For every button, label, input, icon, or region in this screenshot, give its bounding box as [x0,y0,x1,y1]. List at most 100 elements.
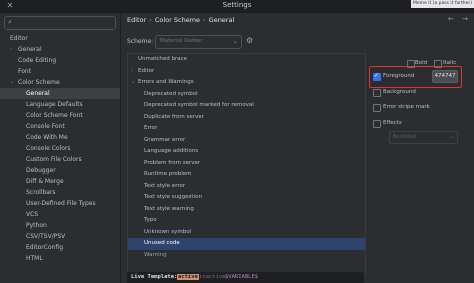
attribute-item[interactable]: Duplicate from server [128,112,365,124]
background-checkbox[interactable] [373,89,381,97]
attribute-item[interactable]: Typo [128,215,365,227]
attribute-label: Runtime problem [144,171,192,177]
back-arrow-icon[interactable]: ← [448,15,454,23]
attribute-label: Text style error [144,182,186,189]
attribute-item[interactable]: Unused code [128,238,365,250]
sidebar-item[interactable]: HTML [0,253,120,264]
attribute-item[interactable]: › Editor [128,66,365,78]
sidebar-item-label: General [26,90,50,97]
sidebar-item[interactable]: Color Scheme Font [0,110,120,121]
sidebar-item-label: HTML [26,255,43,262]
nav-buttons: ← → [442,15,468,23]
breadcrumb-bar: Editor › Color Scheme › General ← → [121,13,474,29]
breadcrumb-item[interactable]: Color Scheme [155,16,200,24]
sidebar-item[interactable]: VCS [0,209,120,220]
sidebar-item[interactable]: Custom File Colors [0,154,120,165]
sidebar-item-label: User-Defined File Types [26,200,96,207]
scheme-select[interactable]: Material Darker ⌄ [155,35,242,49]
forward-arrow-icon[interactable]: → [462,15,468,23]
breadcrumb-item[interactable]: Editor [127,16,146,24]
attribute-item[interactable]: Error [128,123,365,135]
error-stripe-label: Error stripe mark [383,104,430,110]
sidebar-item-label: Editor [10,35,28,42]
attribute-item[interactable]: ⌄ Errors and Warnings [128,77,365,89]
effects-checkbox[interactable] [373,120,381,128]
sidebar-item-label: Diff & Merge [26,178,64,185]
attribute-item[interactable]: Text style suggestion [128,192,365,204]
sidebar-item[interactable]: Scrollbars [0,187,120,198]
chevron-right-icon: › [203,16,206,24]
error-stripe-checkbox[interactable] [373,104,381,112]
attribute-label: Grammar error [144,136,186,143]
attribute-item[interactable]: Runtime problem [128,169,365,181]
sidebar-item[interactable]: Diff & Merge [0,176,120,187]
highlight-box [369,66,462,88]
attribute-item[interactable]: Deprecated symbol marked for removal [128,100,365,112]
attribute-label: Deprecated symbol marked for removal [144,102,254,108]
sidebar-item[interactable]: Console Colors [0,143,120,154]
sidebar-item[interactable]: CSV/TSV/PSV [0,231,120,242]
preview-active: active [177,273,199,280]
attribute-label: Warning [144,251,167,258]
sidebar-item[interactable]: Code With Me [0,132,120,143]
attribute-label: Unmatched brace [138,56,188,62]
effects-value: Bordered [393,134,416,140]
sidebar-item-label: Color Scheme Font [26,112,83,119]
sidebar-item-label: VCS [26,211,39,218]
background-label: Background [383,89,416,95]
window-title: Settings [222,1,252,9]
attribute-item[interactable]: Grammar error [128,135,365,147]
sidebar-item[interactable]: EditorConfig [0,242,120,253]
gear-icon[interactable]: ⚙ [246,36,253,45]
sidebar-item[interactable]: General [0,88,120,99]
preview-label: Live Template: [131,274,178,280]
sidebar-item[interactable]: Console Font [0,121,120,132]
scheme-label: Scheme: [127,38,154,45]
attribute-item[interactable]: Warning [128,250,365,262]
sidebar-item[interactable]: User-Defined File Types [0,198,120,209]
attribute-label: Text style warning [144,205,194,212]
sidebar-item-label: Console Colors [26,145,71,152]
chevron-down-icon[interactable]: ⌄ [10,77,14,88]
settings-sidebar: ⌕ Editor › General Code Editing Font ⌄ Color S… [0,13,121,283]
attribute-label: Problem from server [144,159,201,166]
attribute-item[interactable]: Unmatched brace [128,54,365,66]
sidebar-item[interactable]: Python [0,220,120,231]
sidebar-item[interactable]: ⌄ Color Scheme [0,77,120,88]
breadcrumb-item: General [208,16,235,24]
sidebar-item-label: Python [26,222,47,229]
sidebar-item[interactable]: Language Defaults [0,99,120,110]
sidebar-item-label: General [18,46,42,53]
sidebar-item[interactable]: Editor [0,33,120,44]
attribute-label: Editor [138,67,155,74]
sidebar-item-label: EditorConfig [26,244,64,251]
attribute-item[interactable]: Deprecated symbol [128,89,365,101]
attribute-label: Deprecated symbol [144,90,198,97]
attribute-item[interactable]: Text style error [128,181,365,193]
attribute-label: Language additions [144,148,199,154]
chevron-down-icon[interactable]: ⌄ [131,77,135,89]
search-icon: ⌕ [8,18,12,26]
attribute-item[interactable]: Text style warning [128,204,365,216]
title-bar: ✕ Settings Meme it (a pass it farther) [0,0,474,13]
settings-window: ✕ Settings Meme it (a pass it farther) ⌕… [0,0,474,283]
attribute-item[interactable]: Problem from server [128,158,365,170]
attribute-label: Errors and Warnings [138,79,194,85]
sidebar-item[interactable]: Code Editing [0,55,120,66]
sidebar-item[interactable]: Debugger [0,165,120,176]
search-input[interactable]: ⌕ [4,16,116,30]
attribute-label: Error [144,125,158,131]
attribute-item[interactable]: Language additions [128,146,365,158]
sidebar-item-label: Code With Me [26,134,68,141]
attribute-item[interactable]: Unknown symbol [128,227,365,239]
attribute-label: Text style suggestion [144,194,202,200]
chevron-right-icon[interactable]: › [10,44,12,55]
sidebar-item-label: CSV/TSV/PSV [26,233,66,240]
effects-select[interactable]: Bordered ⌄ [389,131,458,144]
chevron-right-icon[interactable]: › [131,66,133,78]
attribute-label: Typo [144,217,157,223]
attribute-label: Duplicate from server [144,113,204,120]
attribute-label: Unused code [144,240,180,246]
sidebar-item[interactable]: Font [0,66,120,77]
sidebar-item[interactable]: › General [0,44,120,55]
